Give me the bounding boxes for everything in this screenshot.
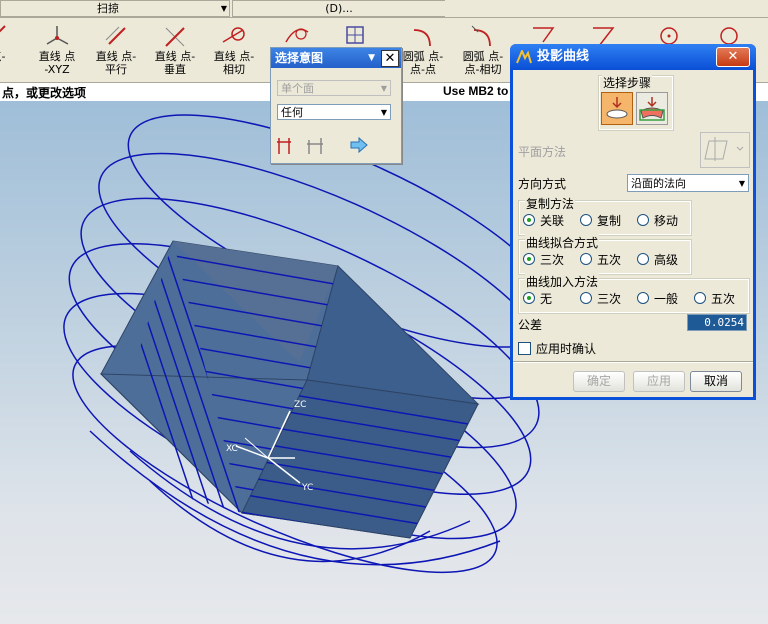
copy-method-copy-radio[interactable]: 复制 [580, 212, 621, 229]
apply-button[interactable]: 应用 [633, 371, 685, 392]
tolerance-input[interactable] [687, 314, 747, 331]
curve-fit-label: 曲线拟合方式 [525, 234, 600, 251]
curve-fit-advanced-radio[interactable]: 高级 [637, 251, 678, 268]
face-filter-value: 单个面 [281, 82, 314, 95]
selection-mode-select[interactable]: 任何 ▼ [277, 104, 391, 120]
curve-fit-quintic-radio[interactable]: 五次 [580, 251, 621, 268]
confirm-on-apply-label: 应用时确认 [536, 342, 597, 356]
plane-method-button[interactable] [700, 132, 750, 168]
copy-method-label: 复制方法 [525, 195, 576, 212]
step-curves-button[interactable] [601, 92, 633, 125]
grid-icon [346, 26, 364, 44]
plane-icon [704, 137, 744, 161]
arc-point-point-icon [413, 29, 431, 47]
selection-steps-label: 选择步骤 [602, 74, 653, 91]
face-filter-select[interactable]: 单个面 ▼ [277, 80, 391, 96]
selection-intent-title-text: 选择意图 [275, 51, 324, 65]
close-icon[interactable]: ✕ [716, 47, 750, 67]
selection-intent-title: 选择意图 ▼ ✕ [271, 48, 401, 68]
close-icon[interactable]: ✕ [381, 50, 399, 67]
tool-label: 点- [0, 50, 6, 63]
tool-arc-point-point[interactable]: 圆弧 点- 点-点 [394, 18, 452, 80]
chevron-down-icon[interactable]: ▼ [368, 48, 375, 68]
tool-label: 圆弧 点- [402, 50, 444, 63]
tool-line-point-xyz[interactable]: 直线 点 -XYZ [28, 18, 86, 80]
d-combo[interactable]: (D)... [232, 0, 445, 17]
plane-method-label: 平面方法 [518, 145, 567, 159]
axis-y-label: YC [301, 483, 313, 493]
curve-join-quintic-radio[interactable]: 五次 [694, 290, 735, 307]
copy-method-move-radio[interactable]: 移动 [637, 212, 678, 229]
arc-tangent-icon [471, 25, 491, 47]
top-menu-bar: 扫掠 ▼ (D)... [0, 0, 768, 18]
tool-point[interactable]: 点- [0, 18, 18, 80]
sweep-combo[interactable]: 扫掠 ▼ [0, 0, 230, 17]
tool-line-point-tangent[interactable]: 直线 点- 相切 [205, 18, 263, 80]
arrow-right-icon[interactable] [350, 136, 368, 154]
intersection-icon[interactable] [277, 138, 291, 154]
tool-label: 直线 点 [38, 50, 76, 63]
direction-method-value: 沿面的法向 [631, 177, 686, 190]
chevron-down-icon: ▼ [738, 179, 745, 188]
tool-label: 直线 点- [95, 50, 137, 63]
confirm-on-apply-checkbox[interactable]: 应用时确认 [518, 340, 596, 357]
selection-mode-value: 任何 [281, 106, 303, 119]
project-curve-body: 选择步骤 平面方法 方向方式 沿面的法向 ▼ 复制方法 关联 复制 移动 曲线拟… [513, 70, 753, 397]
parallel-line-icon [105, 26, 126, 45]
curve-fit-cubic-radio[interactable]: 三次 [523, 251, 564, 268]
tool-label-2: 垂直 [164, 63, 186, 76]
selection-icon-row [277, 134, 387, 159]
axis-z-label: ZC [294, 400, 306, 410]
sweep-combo-value: 扫掠 [97, 2, 119, 15]
cancel-button[interactable]: 取消 [690, 371, 742, 392]
tool-label: 直线 点- [154, 50, 196, 63]
chevron-down-icon: ▼ [380, 108, 387, 117]
project-curve-titlebar[interactable]: 投影曲线 ✕ [510, 44, 756, 70]
xyz-line-icon [46, 26, 69, 45]
direction-method-select[interactable]: 沿面的法向 ▼ [627, 174, 749, 192]
tool-label: 直线 点- [213, 50, 255, 63]
status-hint: Use MB2 to [443, 84, 509, 98]
curve-join-cubic-radio[interactable]: 三次 [580, 290, 621, 307]
curve-join-none-radio[interactable]: 无 [523, 290, 552, 307]
intersection-extend-icon[interactable] [307, 138, 323, 154]
tool-label-2: 相切 [223, 63, 245, 76]
tangent-line-icon [222, 27, 245, 43]
point-line-icon [0, 25, 6, 33]
project-curve-title: 投影曲线 [537, 49, 590, 64]
copy-method-associative-radio[interactable]: 关联 [523, 212, 564, 229]
nx-logo-icon [516, 50, 532, 64]
axis-x-label: XC [226, 444, 238, 454]
tool-line-point-perpendicular[interactable]: 直线 点- 垂直 [146, 18, 204, 80]
perpendicular-line-icon [165, 27, 185, 47]
d-combo-value: (D)... [325, 2, 353, 15]
tool-label-2: -XYZ [44, 63, 70, 76]
direction-method-label: 方向方式 [518, 177, 567, 191]
tool-label: 圆弧 点- [462, 50, 504, 63]
curve-join-general-radio[interactable]: 一般 [637, 290, 678, 307]
step-faces-button[interactable] [636, 92, 668, 125]
tool-arc-point-tangent[interactable]: 圆弧 点- 点-相切 [454, 18, 512, 80]
status-prompt: 点，或更改选项 [2, 86, 87, 100]
curve-step-icon [606, 97, 628, 119]
checkbox-box [518, 342, 531, 355]
tool-label-2: 平行 [105, 63, 127, 76]
selection-intent-toolbar: 选择意图 ▼ ✕ 单个面 ▼ 任何 ▼ [270, 47, 402, 164]
tool-label-2: 点-相切 [464, 63, 502, 76]
chevron-down-icon: ▼ [220, 4, 227, 13]
project-curve-dialog: 投影曲线 ✕ 选择步骤 平面方法 方向方式 沿面的法向 ▼ 复制方法 关联 复制… [510, 44, 756, 400]
dialog-divider [513, 361, 753, 363]
chevron-down-icon: ▼ [380, 84, 387, 93]
curve-join-label: 曲线加入方法 [525, 273, 600, 290]
face-step-icon [639, 97, 665, 121]
ok-button[interactable]: 确定 [573, 371, 625, 392]
tolerance-label: 公差 [518, 318, 543, 332]
arc-icon [285, 28, 309, 43]
tool-line-point-parallel[interactable]: 直线 点- 平行 [87, 18, 145, 80]
tool-label-2: 点-点 [410, 63, 436, 76]
